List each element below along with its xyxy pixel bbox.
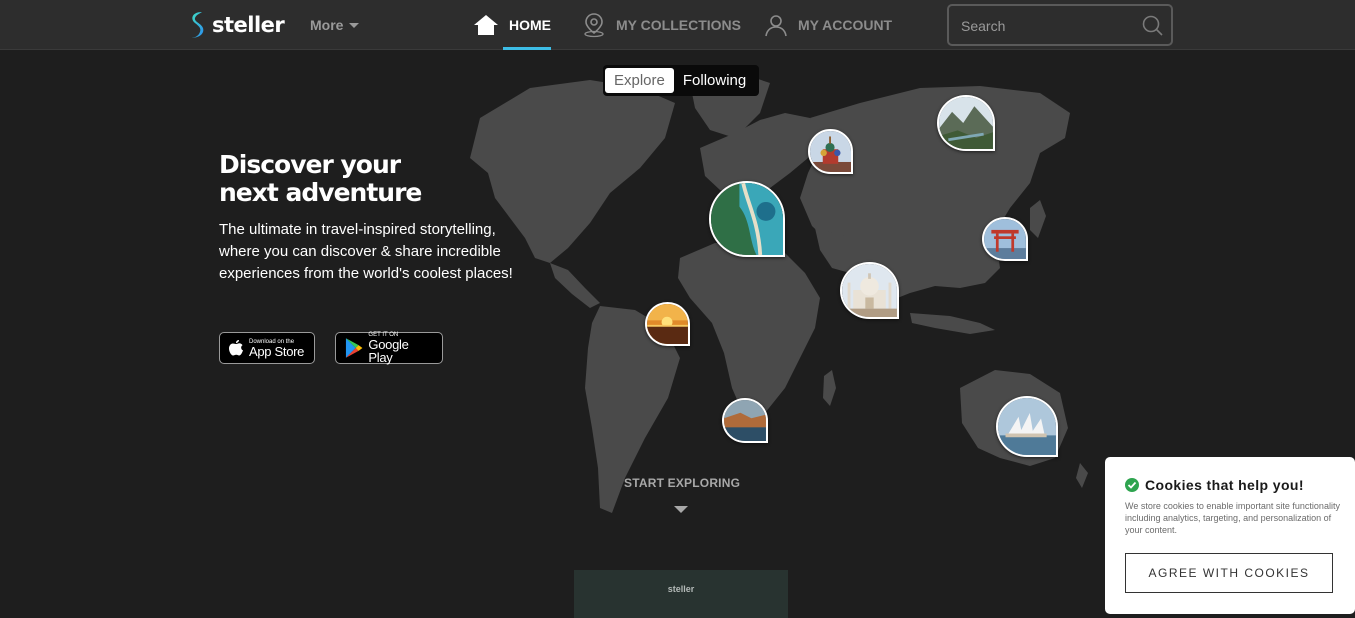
search-icon[interactable]: [1141, 14, 1163, 36]
hero-title-line-1: Discover your: [219, 150, 401, 179]
hero-title: Discover your next adventure: [219, 151, 519, 207]
cookie-heading: Cookies that help you!: [1125, 477, 1335, 493]
search-box[interactable]: [947, 4, 1173, 46]
brand-name: steller: [212, 13, 285, 37]
google-play-big-text: Google Play: [368, 337, 409, 365]
user-icon: [765, 15, 787, 37]
following-toggle-option[interactable]: Following: [674, 68, 755, 93]
more-menu[interactable]: More: [310, 17, 360, 33]
taj-mahal-photo[interactable]: [840, 262, 899, 319]
cookie-consent-panel: Cookies that help you! We store cookies …: [1105, 457, 1355, 614]
hero-title-line-2: next adventure: [219, 178, 422, 207]
sydney-opera-house-photo[interactable]: [996, 396, 1058, 457]
apple-icon: [229, 340, 243, 356]
moscow-cathedral-photo[interactable]: [808, 129, 853, 174]
chevron-down-icon[interactable]: [674, 506, 688, 513]
nav-home[interactable]: HOME: [473, 0, 551, 50]
steller-logo-icon: [191, 12, 204, 38]
more-label: More: [310, 17, 344, 33]
nav-my-account[interactable]: MY ACCOUNT: [764, 0, 892, 50]
google-play-button[interactable]: GET IT ON Google Play: [335, 332, 443, 364]
story-preview-card[interactable]: steller: [574, 570, 788, 618]
coastal-cliffs-photo[interactable]: [722, 398, 768, 443]
coastline-aerial-photo[interactable]: [709, 181, 785, 257]
app-store-big-text: App Store: [249, 343, 305, 359]
feed-toggle: Explore Following: [603, 65, 759, 96]
sunset-ocean-photo[interactable]: [645, 302, 690, 346]
preview-card-label: steller: [667, 584, 695, 594]
start-exploring-link[interactable]: START EXPLORING: [624, 476, 740, 490]
map-pin-icon: [584, 13, 604, 38]
cookie-title: Cookies that help you!: [1145, 477, 1304, 493]
app-store-button[interactable]: Download on the App Store: [219, 332, 315, 364]
mountain-valley-photo[interactable]: [937, 95, 995, 151]
explore-toggle-option[interactable]: Explore: [605, 68, 674, 93]
active-tab-indicator: [503, 47, 551, 50]
agree-with-cookies-button[interactable]: AGREE WITH COOKIES: [1125, 553, 1333, 593]
torii-gate-photo[interactable]: [982, 217, 1028, 261]
nav-my-collections[interactable]: MY COLLECTIONS: [582, 0, 741, 50]
home-icon: [474, 15, 498, 35]
steller-logo[interactable]: steller: [188, 10, 285, 40]
cookie-body-text: We store cookies to enable important sit…: [1125, 501, 1340, 535]
top-navigation-bar: steller More HOME MY COLLECTIONS MY ACCO…: [0, 0, 1355, 50]
nav-account-label: MY ACCOUNT: [798, 17, 893, 33]
google-play-icon: [345, 338, 363, 358]
caret-down-icon: [349, 22, 360, 28]
nav-home-label: HOME: [509, 17, 551, 33]
hero-subtitle: The ultimate in travel-inspired storytel…: [219, 221, 513, 282]
nav-collections-label: MY COLLECTIONS: [616, 17, 741, 33]
search-input[interactable]: [959, 15, 1133, 37]
check-circle-icon: [1125, 478, 1139, 492]
